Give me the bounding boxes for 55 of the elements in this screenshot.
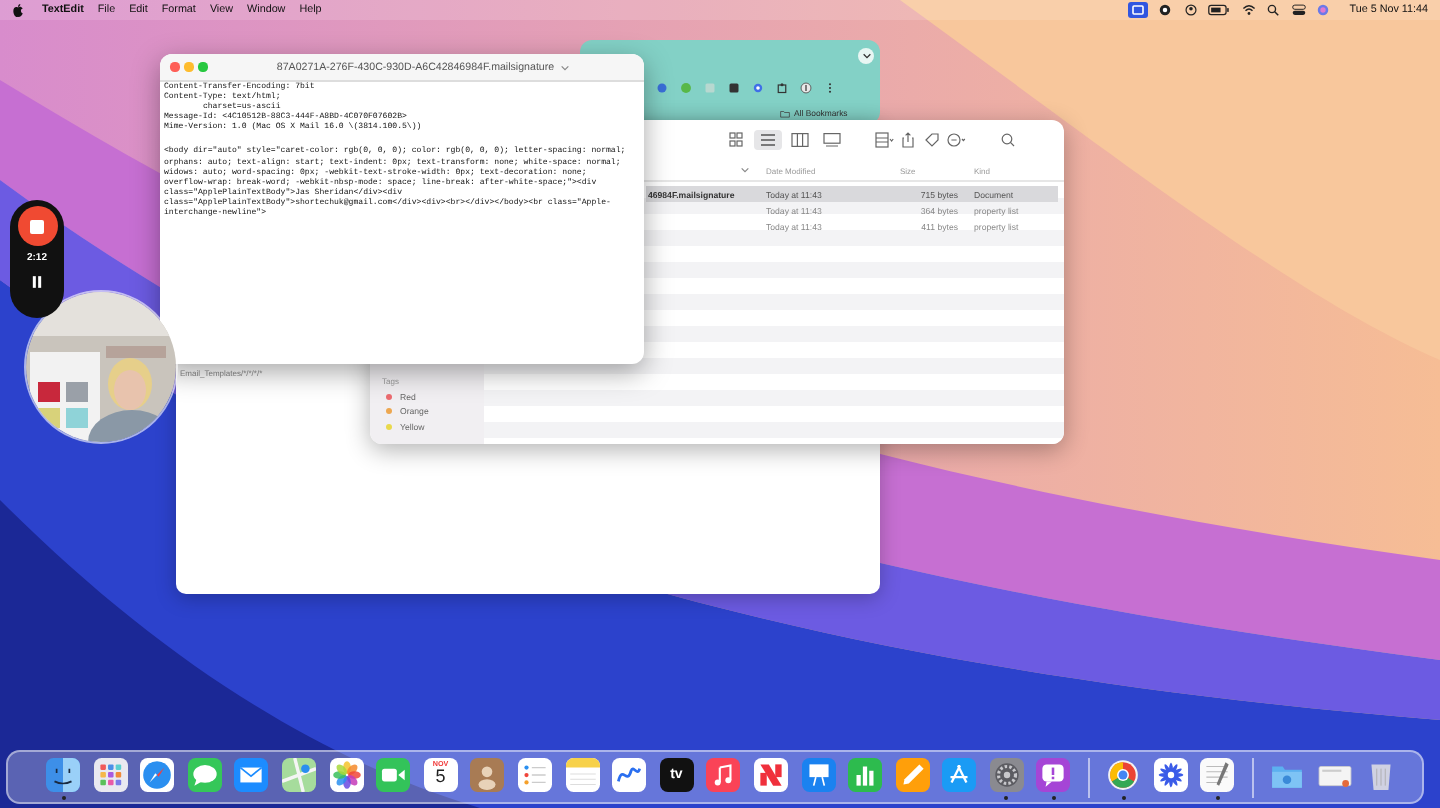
- apple-logo-icon[interactable]: [12, 3, 24, 17]
- face-icon[interactable]: [46, 758, 80, 792]
- list-view-button[interactable]: [754, 130, 782, 150]
- wifi-icon[interactable]: [1241, 4, 1256, 16]
- exclamation-bubble-icon[interactable]: [1036, 758, 1071, 792]
- pause-icon[interactable]: [32, 276, 42, 288]
- search-icon[interactable]: [998, 132, 1018, 148]
- list-view-icon: [758, 132, 778, 148]
- contact-book-icon[interactable]: [470, 758, 505, 792]
- envelope-icon[interactable]: [234, 758, 269, 792]
- tag-icon[interactable]: [922, 132, 942, 148]
- tab-dropdown-button[interactable]: [858, 48, 874, 64]
- control-center-icon[interactable]: [1291, 4, 1306, 16]
- grid-view-icon: [726, 132, 746, 148]
- puzzle-icon[interactable]: [776, 82, 788, 94]
- chevron-icon: [861, 52, 871, 60]
- search-icon[interactable]: [1266, 4, 1281, 16]
- profile-icon[interactable]: [800, 82, 812, 94]
- more-options-icon[interactable]: [946, 132, 966, 148]
- notepad-icon[interactable]: [565, 758, 600, 792]
- flower-icon[interactable]: [1153, 758, 1188, 792]
- podium-icon[interactable]: [801, 758, 835, 792]
- group-icon[interactable]: [874, 132, 894, 148]
- columns-view-icon: [790, 132, 810, 148]
- news-icon[interactable]: [753, 758, 788, 792]
- close-button[interactable]: [170, 62, 179, 72]
- document-icon[interactable]: [1200, 758, 1235, 792]
- app-store-icon[interactable]: [942, 758, 977, 792]
- person-circle-icon[interactable]: [1183, 4, 1198, 16]
- gear-icon[interactable]: [989, 758, 1024, 792]
- bar-chart-icon[interactable]: [848, 758, 883, 792]
- map-icon[interactable]: [281, 758, 316, 792]
- folder-icon: [780, 109, 790, 117]
- columns-view-button[interactable]: [786, 130, 814, 150]
- music-note-icon[interactable]: [706, 758, 741, 792]
- checklist-icon[interactable]: [517, 758, 552, 792]
- record-circle-icon[interactable]: [1158, 4, 1173, 16]
- squiggle-icon[interactable]: [612, 758, 647, 792]
- compass-icon[interactable]: [140, 758, 175, 792]
- app-grid-icon[interactable]: [93, 758, 128, 792]
- screen-record-icon[interactable]: [1127, 2, 1148, 18]
- petals-icon[interactable]: [329, 758, 364, 792]
- video-camera-icon[interactable]: [376, 758, 411, 792]
- stop-recording-button[interactable]: [17, 206, 57, 246]
- gallery-view-button[interactable]: [818, 130, 846, 150]
- calendar-day: 5: [435, 768, 446, 787]
- chevron-icon[interactable]: [559, 63, 570, 71]
- gallery-view-icon: [822, 132, 842, 148]
- speech-bubble-icon[interactable]: [187, 758, 222, 792]
- siri-icon[interactable]: [1316, 4, 1331, 16]
- pen-icon[interactable]: [895, 758, 930, 792]
- browser-icon[interactable]: [1106, 758, 1141, 792]
- share-icon[interactable]: [898, 132, 918, 148]
- sort-chevron-icon[interactable]: [740, 166, 750, 174]
- battery-icon[interactable]: [1208, 4, 1231, 16]
